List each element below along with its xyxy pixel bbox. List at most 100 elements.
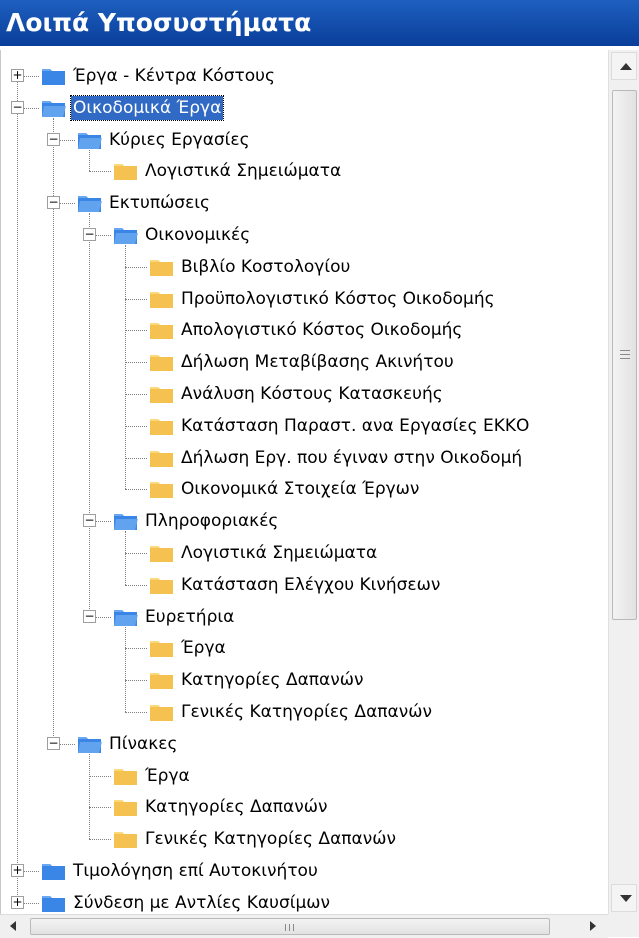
- tree-item[interactable]: − Πίνακες: [1, 728, 601, 760]
- collapse-icon[interactable]: −: [83, 514, 96, 528]
- folder-icon: [149, 478, 175, 500]
- expand-icon[interactable]: +: [11, 895, 24, 909]
- hscroll-thumb[interactable]: [30, 918, 550, 935]
- tree-item-label: Οικοδομικά Έργα: [69, 94, 225, 121]
- tree-item[interactable]: − Πληροφοριακές: [1, 505, 601, 537]
- folder-icon: [149, 256, 175, 278]
- tree-item-label: Λογιστικά Σημειώματα: [145, 161, 342, 182]
- folder-icon: [149, 701, 175, 723]
- horizontal-scrollbar[interactable]: [0, 914, 608, 938]
- tree-item-label: Ανάλυση Κόστους Κατασκευής: [181, 384, 443, 404]
- expand-icon[interactable]: +: [11, 69, 24, 82]
- collapse-icon[interactable]: −: [83, 609, 96, 623]
- tree-item[interactable]: Γενικές Κατηγορίες Δαπανών: [1, 823, 601, 855]
- tree-item-label: Απολογιστικό Κόστος Οικοδομής: [181, 320, 463, 341]
- folder-icon: [149, 447, 175, 469]
- tree-item[interactable]: − Κύριες Εργασίες: [1, 124, 601, 156]
- tree-item[interactable]: − Οικονομικές: [1, 219, 601, 251]
- tree-item-label: Οικονομικά Στοιχεία Έργων: [181, 479, 420, 500]
- tree-item-label: Οικονομικές: [145, 225, 251, 245]
- tree-item[interactable]: Βιβλίο Κοστολογίου: [1, 251, 601, 283]
- folder-open-icon: [41, 97, 67, 119]
- tree-item[interactable]: Έργα: [1, 760, 601, 792]
- tree-item[interactable]: Κατάσταση Παραστ. ανα Εργασίες ΕΚΚΟ: [1, 410, 601, 442]
- folder-icon: [149, 288, 175, 310]
- tree-item[interactable]: − Εκτυπώσεις: [1, 187, 601, 219]
- folder-icon: [113, 796, 139, 818]
- tree-item[interactable]: Προϋπολογιστικό Κόστος Οικοδομής: [1, 283, 601, 315]
- tree-item[interactable]: Ανάλυση Κόστους Κατασκευής: [1, 378, 601, 410]
- folder-open-icon: [77, 192, 103, 214]
- scroll-thumb[interactable]: [612, 90, 637, 620]
- tree-item[interactable]: Οικονομικά Στοιχεία Έργων: [1, 473, 601, 505]
- tree-item[interactable]: + Τιμολόγηση επί Αυτοκινήτου: [1, 855, 601, 887]
- tree-item[interactable]: Έργα: [1, 632, 601, 664]
- folder-icon: [149, 574, 175, 596]
- tree-item-label: Κατηγορίες Δαπανών: [181, 670, 364, 691]
- panel-title: Λοιπά Υποσυστήματα: [0, 0, 639, 46]
- tree-item-label: Κατάσταση Ελέγχου Κινήσεων: [181, 574, 441, 595]
- arrow-left-icon[interactable]: [10, 921, 16, 931]
- tree-item-label: Σύνδεση με Αντλίες Καυσίμων: [73, 892, 331, 913]
- folder-icon: [149, 319, 175, 341]
- tree-item-label: Έργα: [181, 638, 226, 659]
- folder-open-icon: [113, 224, 139, 246]
- folder-open-icon: [113, 606, 139, 628]
- tree-item-label: Έργα - Κέντρα Κόστους: [73, 66, 275, 86]
- scroll-corner: [608, 914, 639, 937]
- folder-icon: [149, 669, 175, 691]
- folder-icon: [149, 383, 175, 405]
- folder-icon: [149, 637, 175, 659]
- collapse-icon[interactable]: −: [47, 736, 60, 750]
- arrow-up-icon: [620, 63, 632, 70]
- expand-icon[interactable]: +: [11, 864, 24, 877]
- arrow-down-icon: [620, 895, 632, 902]
- tree-item[interactable]: + Έργα - Κέντρα Κόστους: [1, 60, 601, 92]
- tree-item-label: Δήλωση Μεταβίβασης Ακινήτου: [181, 352, 454, 373]
- subsystems-tree[interactable]: + Έργα - Κέντρα Κόστους − Οικοδομικά Έργα…: [0, 50, 608, 914]
- tree-item-label: Λογιστικά Σημειώματα: [181, 543, 378, 563]
- tree-item[interactable]: + Σύνδεση με Αντλίες Καυσίμων: [1, 887, 601, 914]
- folder-icon: [149, 415, 175, 437]
- arrow-right-icon[interactable]: [590, 921, 596, 931]
- collapse-icon[interactable]: −: [11, 100, 24, 114]
- tree-item-label: Γενικές Κατηγορίες Δαπανών: [145, 829, 396, 850]
- folder-open-icon: [113, 510, 139, 532]
- tree-item[interactable]: Λογιστικά Σημειώματα: [1, 537, 601, 569]
- folder-icon: [41, 892, 67, 914]
- tree-item-label: Βιβλίο Κοστολογίου: [181, 256, 351, 277]
- tree-item[interactable]: − Οικοδομικά Έργα: [1, 92, 601, 124]
- folder-icon: [149, 351, 175, 373]
- tree-item[interactable]: Κατάσταση Ελέγχου Κινήσεων: [1, 569, 601, 601]
- tree-item[interactable]: Κατηγορίες Δαπανών: [1, 791, 601, 823]
- tree-item-label: Εκτυπώσεις: [109, 193, 210, 214]
- folder-icon: [113, 765, 139, 787]
- tree-item-label: Τιμολόγηση επί Αυτοκινήτου: [73, 861, 318, 881]
- collapse-icon[interactable]: −: [83, 228, 96, 241]
- tree-item-label: Πληροφοριακές: [145, 511, 279, 532]
- tree-item-label: Κατηγορίες Δαπανών: [145, 797, 328, 818]
- scroll-down-button[interactable]: [611, 884, 637, 912]
- vertical-scrollbar[interactable]: [608, 50, 639, 914]
- collapse-icon[interactable]: −: [47, 132, 60, 146]
- tree-item[interactable]: Απολογιστικό Κόστος Οικοδομής: [1, 314, 601, 346]
- tree-item-label: Κύριες Εργασίες: [109, 129, 250, 150]
- tree-item[interactable]: Λογιστικά Σημειώματα: [1, 155, 601, 187]
- folder-icon: [113, 160, 139, 182]
- folder-icon: [113, 828, 139, 850]
- folder-icon: [41, 860, 67, 882]
- collapse-icon[interactable]: −: [47, 196, 60, 210]
- tree-item-label: Πίνακες: [109, 733, 178, 754]
- tree-item-label: Γενικές Κατηγορίες Δαπανών: [181, 702, 432, 722]
- tree-item[interactable]: Γενικές Κατηγορίες Δαπανών: [1, 696, 601, 728]
- folder-open-icon: [77, 733, 103, 755]
- tree-item[interactable]: Κατηγορίες Δαπανών: [1, 664, 601, 696]
- tree-item-label: Δήλωση Εργ. που έγιναν στην Οικοδομή: [181, 447, 523, 468]
- tree-item[interactable]: Δήλωση Μεταβίβασης Ακινήτου: [1, 346, 601, 378]
- tree-item-label: Κατάσταση Παραστ. ανα Εργασίες ΕΚΚΟ: [181, 415, 530, 436]
- folder-open-icon: [77, 129, 103, 151]
- tree-item-label: Έργα: [145, 765, 190, 786]
- scroll-up-button[interactable]: [611, 52, 637, 80]
- tree-item[interactable]: − Ευρετήρια: [1, 601, 601, 633]
- tree-item[interactable]: Δήλωση Εργ. που έγιναν στην Οικοδομή: [1, 442, 601, 474]
